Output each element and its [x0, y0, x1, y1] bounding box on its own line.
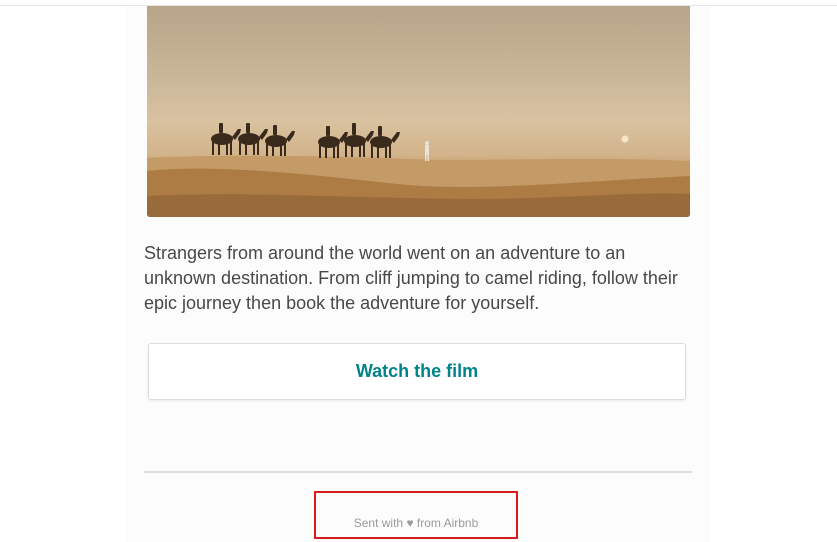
- hero-image[interactable]: [147, 6, 690, 217]
- camel-caravan: [211, 123, 429, 161]
- footer-prefix: Sent with: [353, 516, 404, 530]
- email-page: Strangers from around the world went on …: [0, 0, 837, 542]
- watch-film-button[interactable]: Watch the film: [148, 343, 686, 400]
- footer-suffix: from Airbnb: [416, 516, 479, 530]
- heart-icon: ♥: [406, 516, 414, 530]
- footer-divider: [144, 471, 692, 473]
- footer-sent-with: Sent with ♥ from Airbnb: [314, 516, 518, 530]
- body-paragraph: Strangers from around the world went on …: [144, 243, 678, 313]
- desert-caravan-illustration: [147, 123, 690, 217]
- highlight-annotation-box: [314, 491, 518, 539]
- sun-icon: [621, 135, 629, 143]
